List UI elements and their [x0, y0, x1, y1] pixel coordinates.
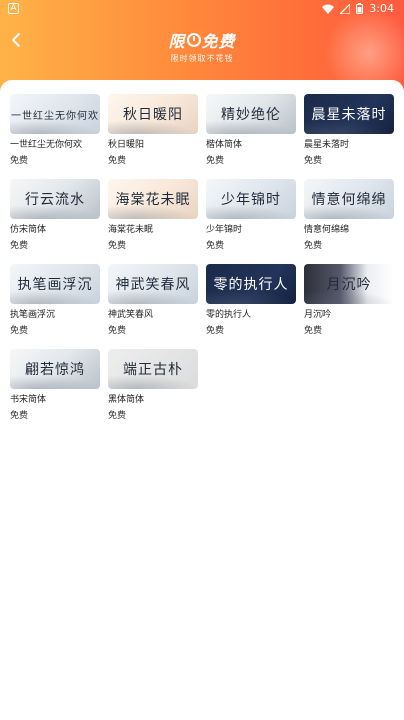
- font-price: 免费: [10, 241, 29, 251]
- font-preview-text: 执笔画浮沉: [17, 277, 93, 293]
- font-price: 免费: [108, 326, 127, 336]
- font-preview-image[interactable]: 一世红尘无你何欢: [10, 94, 100, 134]
- font-price: 免费: [206, 326, 225, 336]
- font-name: 海棠花未眠: [108, 225, 154, 235]
- font-name: 晨星未落时: [304, 140, 350, 150]
- font-preview-image[interactable]: 端正古朴: [108, 349, 198, 389]
- font-name: 情意何绵绵: [304, 225, 350, 235]
- font-price: 免费: [304, 156, 323, 166]
- font-name: 执笔画浮沉: [10, 310, 56, 320]
- app-notification-icon: A: [8, 3, 19, 14]
- font-preview-text: 晨星未落时: [311, 107, 387, 123]
- font-preview-image[interactable]: 情意何绵绵: [304, 179, 394, 219]
- font-preview-image[interactable]: 晨星未落时: [304, 94, 394, 134]
- font-preview-image[interactable]: 少年锦时: [206, 179, 296, 219]
- font-preview-image[interactable]: 神武笑春风: [108, 264, 198, 304]
- font-preview-image[interactable]: 秋日暖阳: [108, 94, 198, 134]
- font-price: 免费: [10, 156, 29, 166]
- font-card[interactable]: 零的执行人 零的执行人 免费: [206, 264, 296, 337]
- clock-icon: [186, 33, 201, 47]
- font-name: 楷体简体: [206, 140, 243, 150]
- font-name: 神武笑春风: [108, 310, 154, 320]
- font-name: 月沉吟: [304, 310, 332, 320]
- font-card[interactable]: 一世红尘无你何欢 一世红尘无你何欢 免费: [10, 94, 100, 167]
- font-preview-text: 端正古朴: [123, 362, 183, 378]
- font-list-panel: 一世红尘无你何欢 一世红尘无你何欢 免费 秋日暖阳 秋日暖阳 免费 精妙绝伦 楷体简体 免费 晨星…: [0, 80, 404, 720]
- font-name: 秋日暖阳: [108, 140, 145, 150]
- battery-icon: [356, 3, 364, 14]
- font-preview-text: 神武笑春风: [115, 277, 191, 293]
- page-subtitle: 限时领取不花钱: [170, 54, 234, 63]
- font-price: 免费: [10, 411, 29, 421]
- font-name: 黑体简体: [108, 395, 145, 405]
- font-price: 免费: [304, 326, 323, 336]
- font-preview-image[interactable]: 月沉吟: [304, 264, 394, 304]
- font-preview-image[interactable]: 行云流水: [10, 179, 100, 219]
- font-card[interactable]: 精妙绝伦楷体简体免费: [206, 94, 296, 167]
- preview-decoration: [10, 120, 100, 134]
- font-card[interactable]: 情意何绵绵 情意何绵绵 免费: [304, 179, 394, 252]
- font-preview-text: 秋日暖阳: [123, 107, 183, 123]
- font-preview-text: 精妙绝伦: [221, 107, 281, 123]
- signal-icon: [340, 3, 351, 14]
- font-card[interactable]: 执笔画浮沉 执笔画浮沉 免费: [10, 264, 100, 337]
- font-preview-image[interactable]: 零的执行人: [206, 264, 296, 304]
- font-card[interactable]: 月沉吟 月沉吟 免费: [304, 264, 394, 337]
- font-preview-text: 月沉吟: [326, 277, 372, 293]
- font-price: 免费: [10, 326, 29, 336]
- font-preview-text: 一世红尘无你何欢: [11, 110, 99, 122]
- font-preview-image[interactable]: 翩若惊鸿: [10, 349, 100, 389]
- font-name: 仿宋简体: [10, 225, 47, 235]
- font-preview-text: 情意何绵绵: [311, 192, 387, 208]
- font-price: 免费: [206, 241, 225, 251]
- font-card[interactable]: 神武笑春风 神武笑春风 免费: [108, 264, 198, 337]
- font-preview-image[interactable]: 海棠花未眠: [108, 179, 198, 219]
- font-name: 零的执行人: [206, 310, 252, 320]
- font-card[interactable]: 端正古朴黑体简体免费: [108, 349, 198, 422]
- font-card[interactable]: 翩若惊鸿书宋简体免费: [10, 349, 100, 422]
- font-name: 书宋简体: [10, 395, 47, 405]
- font-name: 少年锦时: [206, 225, 243, 235]
- font-card[interactable]: 海棠花未眠 海棠花未眠 免费: [108, 179, 198, 252]
- font-card[interactable]: 晨星未落时 晨星未落时 免费: [304, 94, 394, 167]
- font-price: 免费: [108, 411, 127, 421]
- font-card[interactable]: 行云流水仿宋简体免费: [10, 179, 100, 252]
- page-title-block: 限免费 限时领取不花钱: [0, 28, 404, 64]
- font-price: 免费: [304, 241, 323, 251]
- font-preview-text: 零的执行人: [213, 277, 289, 293]
- font-card[interactable]: 秋日暖阳 秋日暖阳 免费: [108, 94, 198, 167]
- status-time: 3:04: [369, 2, 394, 15]
- font-price: 免费: [108, 241, 127, 251]
- font-preview-image[interactable]: 精妙绝伦: [206, 94, 296, 134]
- font-price: 免费: [108, 156, 127, 166]
- font-preview-text: 行云流水: [25, 192, 85, 208]
- font-card[interactable]: 少年锦时 少年锦时 免费: [206, 179, 296, 252]
- font-grid: 一世红尘无你何欢 一世红尘无你何欢 免费 秋日暖阳 秋日暖阳 免费 精妙绝伦 楷体简体 免费 晨星…: [10, 94, 398, 422]
- font-price: 免费: [206, 156, 225, 166]
- font-preview-text: 海棠花未眠: [115, 192, 191, 208]
- status-bar: A 3:04: [0, 0, 404, 18]
- font-preview-text: 翩若惊鸿: [25, 362, 85, 378]
- font-preview-image[interactable]: 执笔画浮沉: [10, 264, 100, 304]
- wifi-icon: [322, 4, 335, 14]
- font-name: 一世红尘无你何欢: [10, 140, 83, 150]
- font-preview-text: 少年锦时: [221, 192, 281, 208]
- page-title: 限免费: [168, 32, 236, 51]
